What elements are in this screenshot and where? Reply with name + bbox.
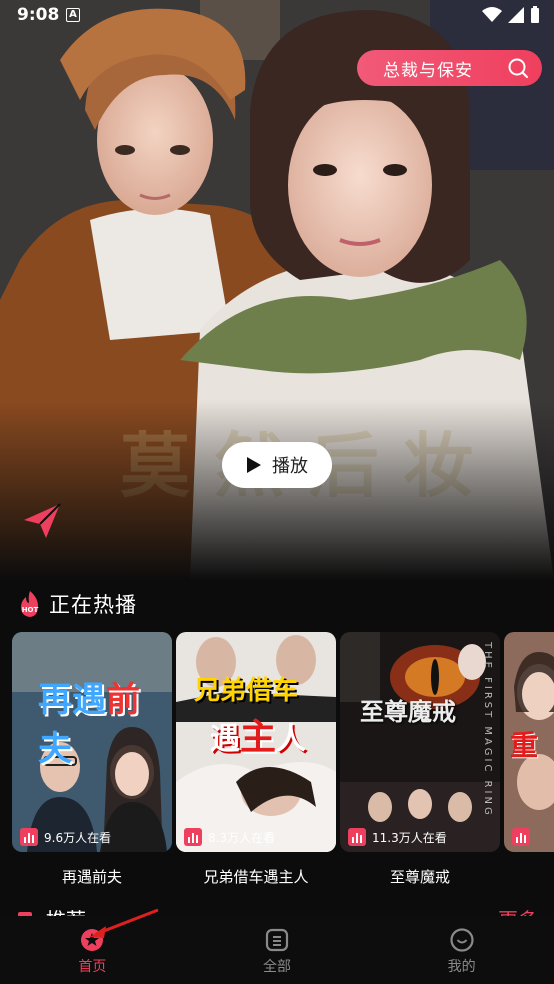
battery-icon bbox=[531, 6, 539, 23]
hot-section-header: HOT 正在热播 bbox=[18, 588, 137, 620]
nav-item-all[interactable]: 全部 bbox=[185, 916, 370, 984]
bar-chart-icon bbox=[20, 828, 38, 846]
search-icon[interactable] bbox=[507, 57, 529, 79]
status-bar: 9:08 A bbox=[0, 0, 554, 32]
hot-section-title: 正在热播 bbox=[49, 593, 137, 617]
nav-label-profile: 我的 bbox=[447, 959, 476, 975]
poster-title-art: 再遇前夫 bbox=[38, 680, 140, 769]
nav-label-home: 首页 bbox=[78, 959, 107, 975]
drama-title: 至尊魔戒 bbox=[389, 868, 450, 886]
nav-label-all: 全部 bbox=[263, 959, 291, 975]
notification-icon: A bbox=[66, 8, 80, 22]
signal-icon bbox=[508, 7, 524, 23]
search-hint: 总裁与保安 bbox=[383, 60, 473, 81]
poster-title-art: 兄弟借车 bbox=[194, 676, 299, 706]
drama-poster: 再遇前夫 bbox=[12, 632, 172, 852]
hot-flame-icon: HOT bbox=[21, 591, 39, 617]
bar-chart-icon bbox=[184, 828, 202, 846]
poster-subtitle-art: 遇主人 bbox=[210, 716, 307, 758]
viewer-count: 8.3万人在看 bbox=[184, 828, 275, 846]
bar-chart-icon bbox=[348, 828, 366, 846]
hero-banner[interactable]: 莫 然 后 妆 9:08 A 总裁与保安 播放 bbox=[0, 0, 554, 580]
status-icons bbox=[482, 6, 540, 24]
poster-title-art: 重 bbox=[510, 729, 539, 762]
drama-poster: 至尊魔戒 THE FIRST MAGIC RING bbox=[340, 632, 500, 852]
annotation-arrow-icon bbox=[90, 908, 159, 938]
drama-poster: 兄弟借车 遇主人 bbox=[176, 632, 336, 852]
viewer-count: 9.6万人在看 bbox=[20, 828, 111, 846]
drama-title: 兄弟借车遇主人 bbox=[203, 868, 309, 886]
list-icon bbox=[265, 928, 289, 952]
status-time: 9:08 bbox=[17, 5, 60, 25]
poster-vertical-subtitle: THE FIRST MAGIC RING bbox=[482, 642, 493, 818]
drama-poster: 重 bbox=[504, 632, 554, 852]
play-button[interactable]: 播放 bbox=[222, 442, 332, 488]
profile-icon bbox=[450, 928, 474, 952]
drama-title: 再遇前夫 bbox=[61, 868, 122, 886]
play-icon bbox=[247, 457, 261, 473]
viewer-count bbox=[512, 828, 530, 846]
play-label: 播放 bbox=[272, 456, 308, 477]
wifi-icon bbox=[482, 7, 502, 22]
nav-item-profile[interactable]: 我的 bbox=[369, 916, 554, 984]
search-bar[interactable]: 总裁与保安 bbox=[357, 50, 542, 86]
hero-poster-image: 莫 然 后 妆 bbox=[0, 0, 554, 580]
bottom-navigation: 首页 全部 我的 bbox=[0, 916, 554, 984]
poster-title-art: 至尊魔戒 bbox=[360, 697, 456, 726]
svg-text:HOT: HOT bbox=[22, 606, 39, 614]
bar-chart-icon bbox=[512, 828, 530, 846]
viewer-count: 11.3万人在看 bbox=[348, 828, 447, 846]
hot-drama-carousel[interactable]: 再遇前夫 9.6万人在看 再遇前夫 兄弟借车 遇主人 8.3万人在看 兄弟借车遇… bbox=[12, 632, 554, 892]
paper-plane-icon[interactable] bbox=[22, 500, 62, 540]
